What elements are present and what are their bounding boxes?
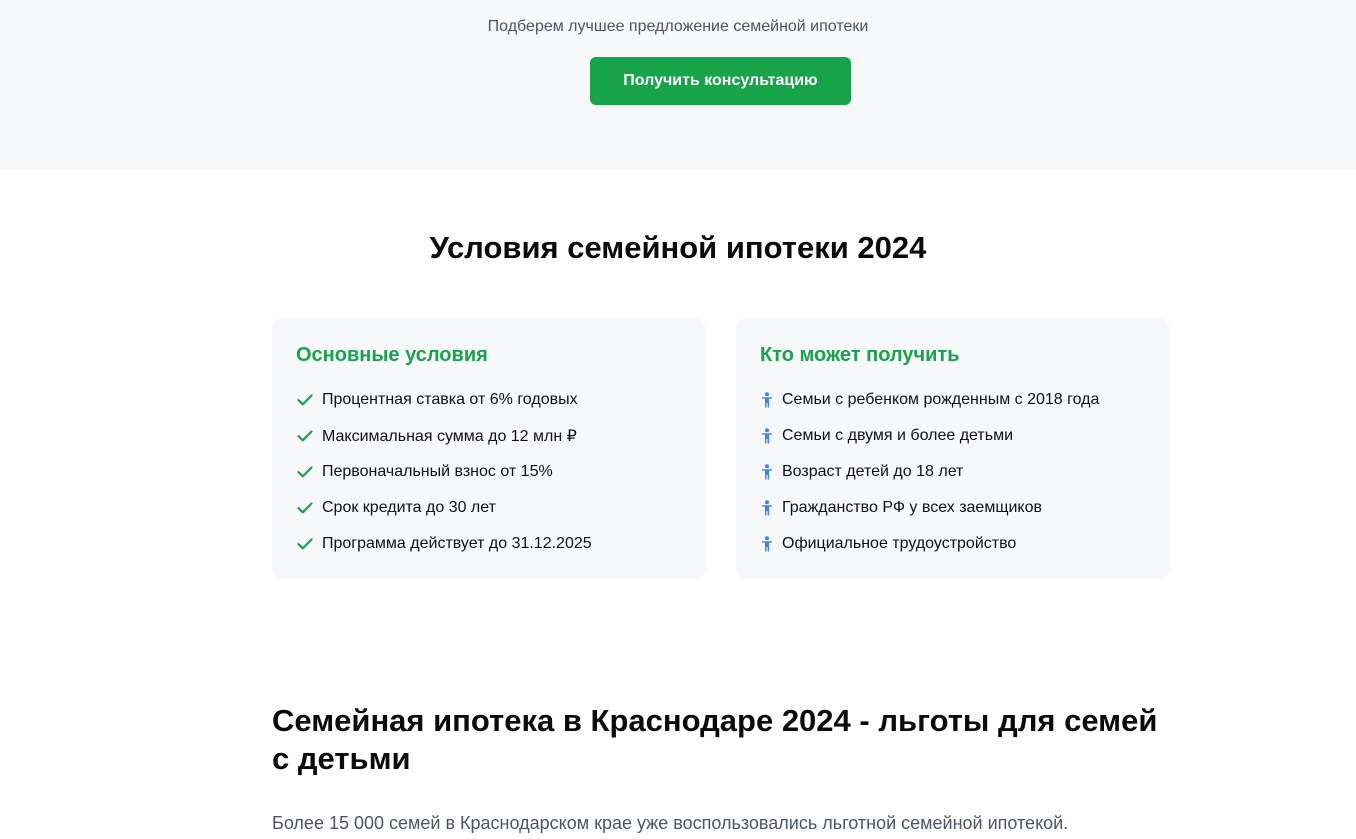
person-icon [760,391,774,409]
conditions-title: Условия семейной ипотеки 2024 [429,230,927,265]
list-item-label: Процентная ставка от 6% годовых [322,391,578,408]
list-item-label: Семьи с ребенком рожденным с 2018 года [782,391,1100,408]
list-item-label: Срок кредита до 30 лет [322,499,496,516]
person-icon [760,535,774,553]
list-item: Официальное трудоустройство [760,526,1146,562]
main-conditions-title: Основные условия [296,344,488,366]
list-item-label: Официальное трудоустройство [782,535,1017,552]
list-item: Максимальная сумма до 12 млн ₽ [296,418,682,454]
check-icon [296,427,314,445]
main-conditions-card: Основные условия Процентная ставка от 6%… [272,318,706,579]
list-item-label: Максимальная сумма до 12 млн ₽ [322,428,577,445]
eligibility-title: Кто может получить [760,344,960,366]
list-item-label: Семьи с двумя и более детьми [782,427,1014,444]
list-item: Процентная ставка от 6% годовых [296,382,682,418]
krasnodar-intro-text: Более 15 000 семей в Краснодарском крае … [272,813,1069,833]
check-icon [296,391,314,409]
list-item: Гражданство РФ у всех заемщиков [760,490,1146,526]
hero-section: Подберем лучшее предложение семейной ипо… [0,0,1356,169]
eligibility-list: Семьи с ребенком рожденным с 2018 года С… [760,382,1146,562]
list-item: Семьи с двумя и более детьми [760,418,1146,454]
check-icon [296,499,314,517]
krasnodar-section-title: Семейная ипотека в Краснодаре 2024 - льг… [272,703,1158,776]
person-icon [760,499,774,517]
list-item-label: Программа действует до 31.12.2025 [322,535,592,552]
hero-subtitle: Подберем лучшее предложение семейной ипо… [487,18,869,35]
list-item: Срок кредита до 30 лет [296,490,682,526]
eligibility-card: Кто может получить Семьи с ребенком рожд… [736,318,1170,579]
list-item-label: Возраст детей до 18 лет [782,463,964,480]
person-icon [760,427,774,445]
list-item-label: Гражданство РФ у всех заемщиков [782,499,1042,516]
main-conditions-list: Процентная ставка от 6% годовых Максимал… [296,382,682,562]
list-item: Возраст детей до 18 лет [760,454,1146,490]
check-icon [296,463,314,481]
check-icon [296,535,314,553]
person-icon [760,463,774,481]
list-item: Первоначальный взнос от 15% [296,454,682,490]
list-item-label: Первоначальный взнос от 15% [322,463,553,480]
list-item: Семьи с ребенком рожденным с 2018 года [760,382,1146,418]
list-item: Программа действует до 31.12.2025 [296,526,682,562]
get-consultation-button[interactable]: Получить консультацию [590,57,851,105]
